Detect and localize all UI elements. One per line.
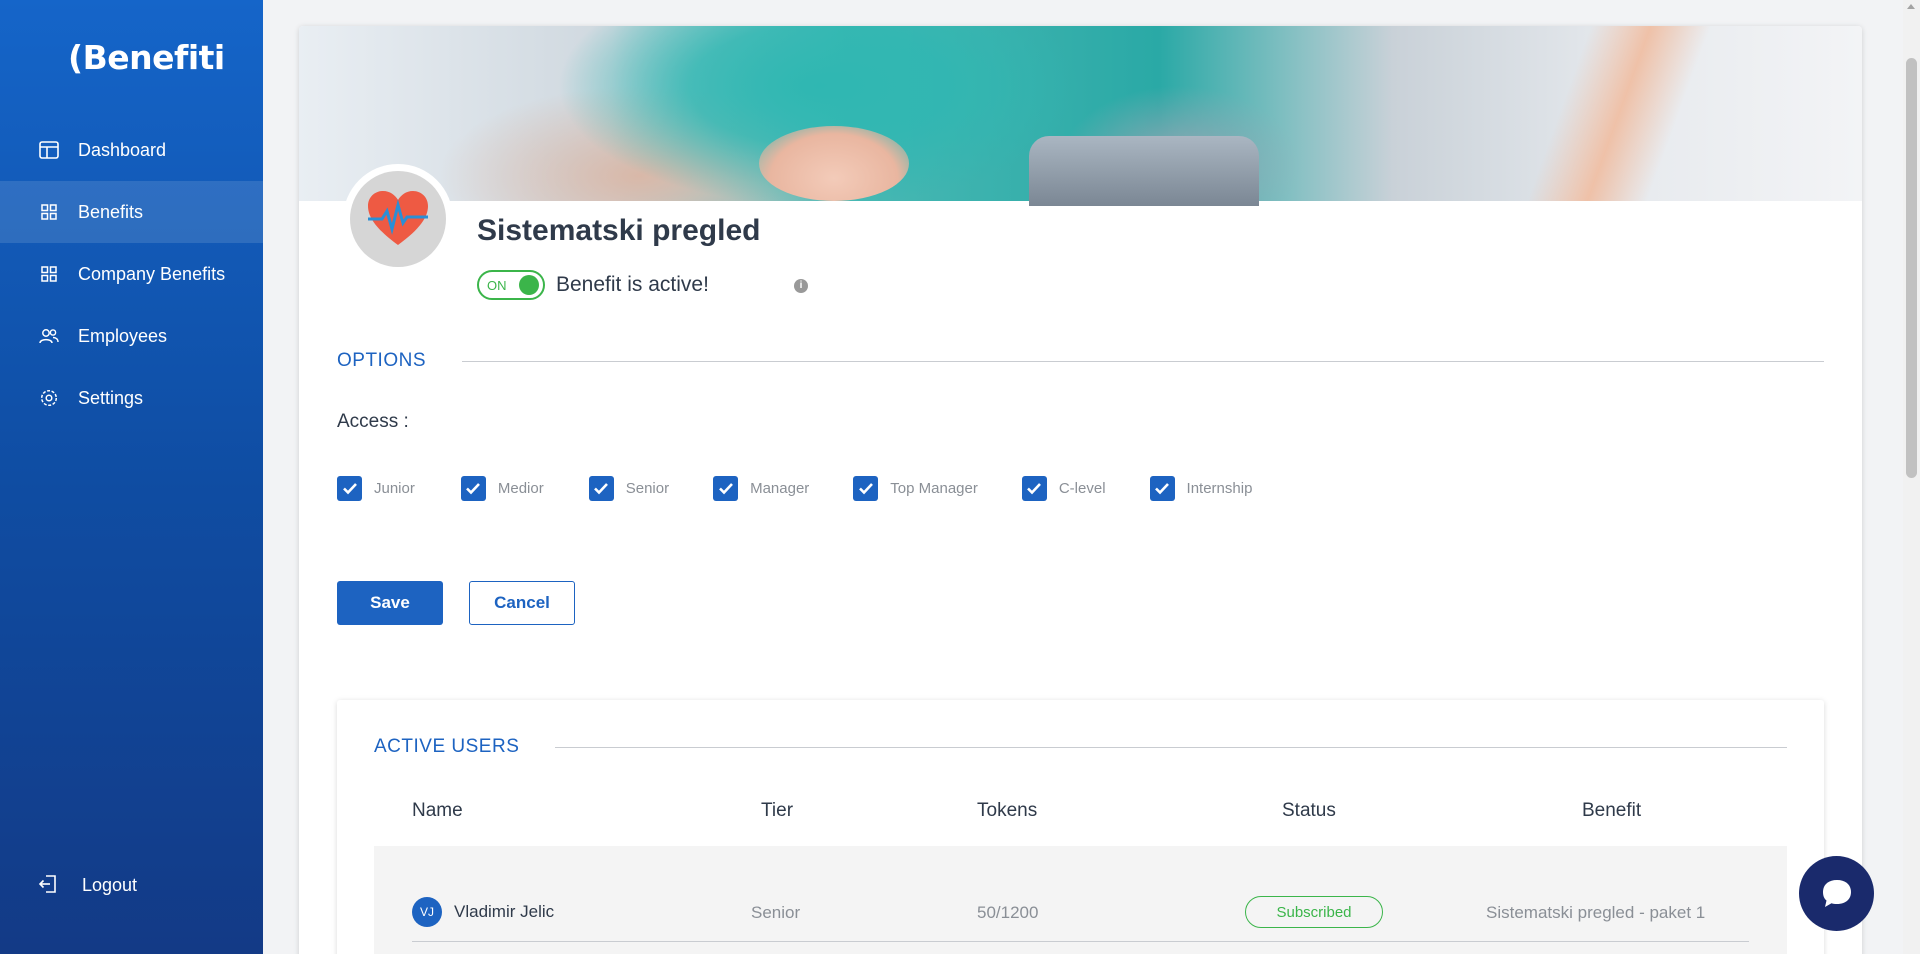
sidebar-nav: Dashboard Benefits Company Benefits Empl… [0, 119, 263, 429]
sidebar: (Benefiti Dashboard Benefits Company Ben… [0, 0, 263, 954]
table-header: Name Tier Tokens Status Benefit [337, 800, 1824, 830]
app-logo[interactable]: (Benefiti [68, 38, 225, 77]
users-icon [38, 325, 60, 347]
sidebar-item-employees[interactable]: Employees [0, 305, 263, 367]
checkbox-label: Top Manager [890, 480, 978, 497]
checkmark-icon [1021, 476, 1047, 501]
column-header-name[interactable]: Name [412, 800, 463, 822]
grid-icon [38, 263, 60, 285]
checkbox-label: Medior [497, 480, 544, 497]
access-checkboxes: Junior Medior Senior Manager Top Manager… [337, 476, 1252, 501]
checkbox-label: Manager [750, 480, 810, 497]
divider [555, 746, 1787, 748]
sidebar-item-dashboard[interactable]: Dashboard [0, 119, 263, 181]
dashboard-icon [38, 139, 60, 161]
checkmark-icon [713, 476, 739, 501]
banner-hand-shape [759, 126, 909, 201]
sidebar-item-label: Dashboard [78, 139, 167, 160]
benefit-avatar [343, 164, 453, 274]
avatar: VJ [412, 897, 442, 927]
sidebar-item-company-benefits[interactable]: Company Benefits [0, 243, 263, 305]
checkbox-top-manager[interactable]: Top Manager [853, 476, 978, 501]
options-title: OPTIONS [337, 350, 427, 371]
column-header-benefit[interactable]: Benefit [1582, 800, 1641, 822]
user-name: Vladimir Jelic [454, 902, 555, 921]
checkbox-internship[interactable]: Internship [1149, 476, 1253, 501]
cancel-button[interactable]: Cancel [469, 581, 575, 625]
checkbox-label: Senior [625, 480, 670, 497]
sidebar-item-label: Benefits [78, 201, 144, 222]
options-section-header: OPTIONS [337, 350, 1824, 372]
sidebar-item-label: Employees [78, 325, 168, 346]
checkbox-c-level[interactable]: C-level [1021, 476, 1106, 501]
heart-pulse-icon [368, 191, 428, 245]
sidebar-item-benefits[interactable]: Benefits [0, 181, 263, 243]
column-header-tokens[interactable]: Tokens [977, 800, 1037, 822]
banner-device-shape [1029, 136, 1259, 206]
active-users-panel: ACTIVE USERS Name Tier Tokens Status Ben… [337, 700, 1824, 954]
checkbox-label: Internship [1186, 480, 1253, 497]
active-users-section-header: ACTIVE USERS [374, 736, 1787, 758]
checkmark-icon [588, 476, 614, 501]
checkmark-icon [460, 476, 486, 501]
benefit-title: Sistematski pregled [477, 214, 761, 247]
toggle-label: ON [487, 277, 507, 293]
benefit-card: Sistematski pregled ON Benefit is active… [299, 26, 1862, 954]
checkmark-icon [337, 476, 362, 501]
benefit-status-text: Benefit is active! [556, 273, 709, 296]
checkmark-icon [1149, 476, 1175, 501]
benefit-active-toggle[interactable]: ON [477, 270, 545, 300]
user-name-cell: VJ Vladimir Jelic [412, 897, 554, 927]
info-icon[interactable]: i [794, 279, 808, 293]
checkbox-label: C-level [1058, 480, 1106, 497]
scroll-up-icon[interactable] [1907, 4, 1915, 9]
benefit-cell: Sistematski pregled - paket 1 [1486, 903, 1706, 922]
sidebar-item-label: Company Benefits [78, 263, 226, 284]
grid-icon [38, 201, 60, 223]
tier-cell: Senior [751, 903, 801, 922]
sidebar-item-settings[interactable]: Settings [0, 367, 263, 429]
gear-icon [38, 387, 60, 409]
chat-icon [1822, 879, 1851, 907]
checkbox-label: Junior [374, 480, 415, 497]
chat-button[interactable] [1799, 856, 1874, 931]
checkbox-junior[interactable]: Junior [337, 476, 415, 501]
active-users-title: ACTIVE USERS [374, 736, 520, 757]
tokens-cell: 50/1200 [977, 903, 1039, 922]
checkbox-manager[interactable]: Manager [713, 476, 809, 501]
sidebar-item-label: Settings [78, 387, 144, 408]
logout-button[interactable]: Logout [38, 874, 137, 896]
divider [462, 360, 1824, 362]
main-content: Sistematski pregled ON Benefit is active… [263, 0, 1903, 954]
checkbox-senior[interactable]: Senior [588, 476, 670, 501]
vertical-scrollbar[interactable] [1903, 0, 1920, 954]
status-badge: Subscribed [1245, 896, 1383, 928]
logout-icon [38, 874, 60, 896]
column-header-status[interactable]: Status [1282, 800, 1336, 822]
benefit-banner-image [299, 26, 1862, 206]
access-label: Access : [337, 411, 409, 432]
toggle-knob [519, 275, 539, 295]
checkbox-medior[interactable]: Medior [460, 476, 544, 501]
table-row[interactable]: VJ Vladimir Jelic Senior 50/1200 Subscri… [374, 846, 1787, 954]
checkmark-icon [853, 476, 879, 501]
logout-label: Logout [82, 874, 138, 895]
benefit-avatar-inner [350, 171, 446, 267]
save-button[interactable]: Save [337, 581, 443, 625]
banner-arm-shape [1527, 26, 1711, 201]
row-divider [412, 941, 1749, 942]
column-header-tier[interactable]: Tier [761, 800, 793, 822]
scrollbar-thumb[interactable] [1906, 58, 1917, 478]
